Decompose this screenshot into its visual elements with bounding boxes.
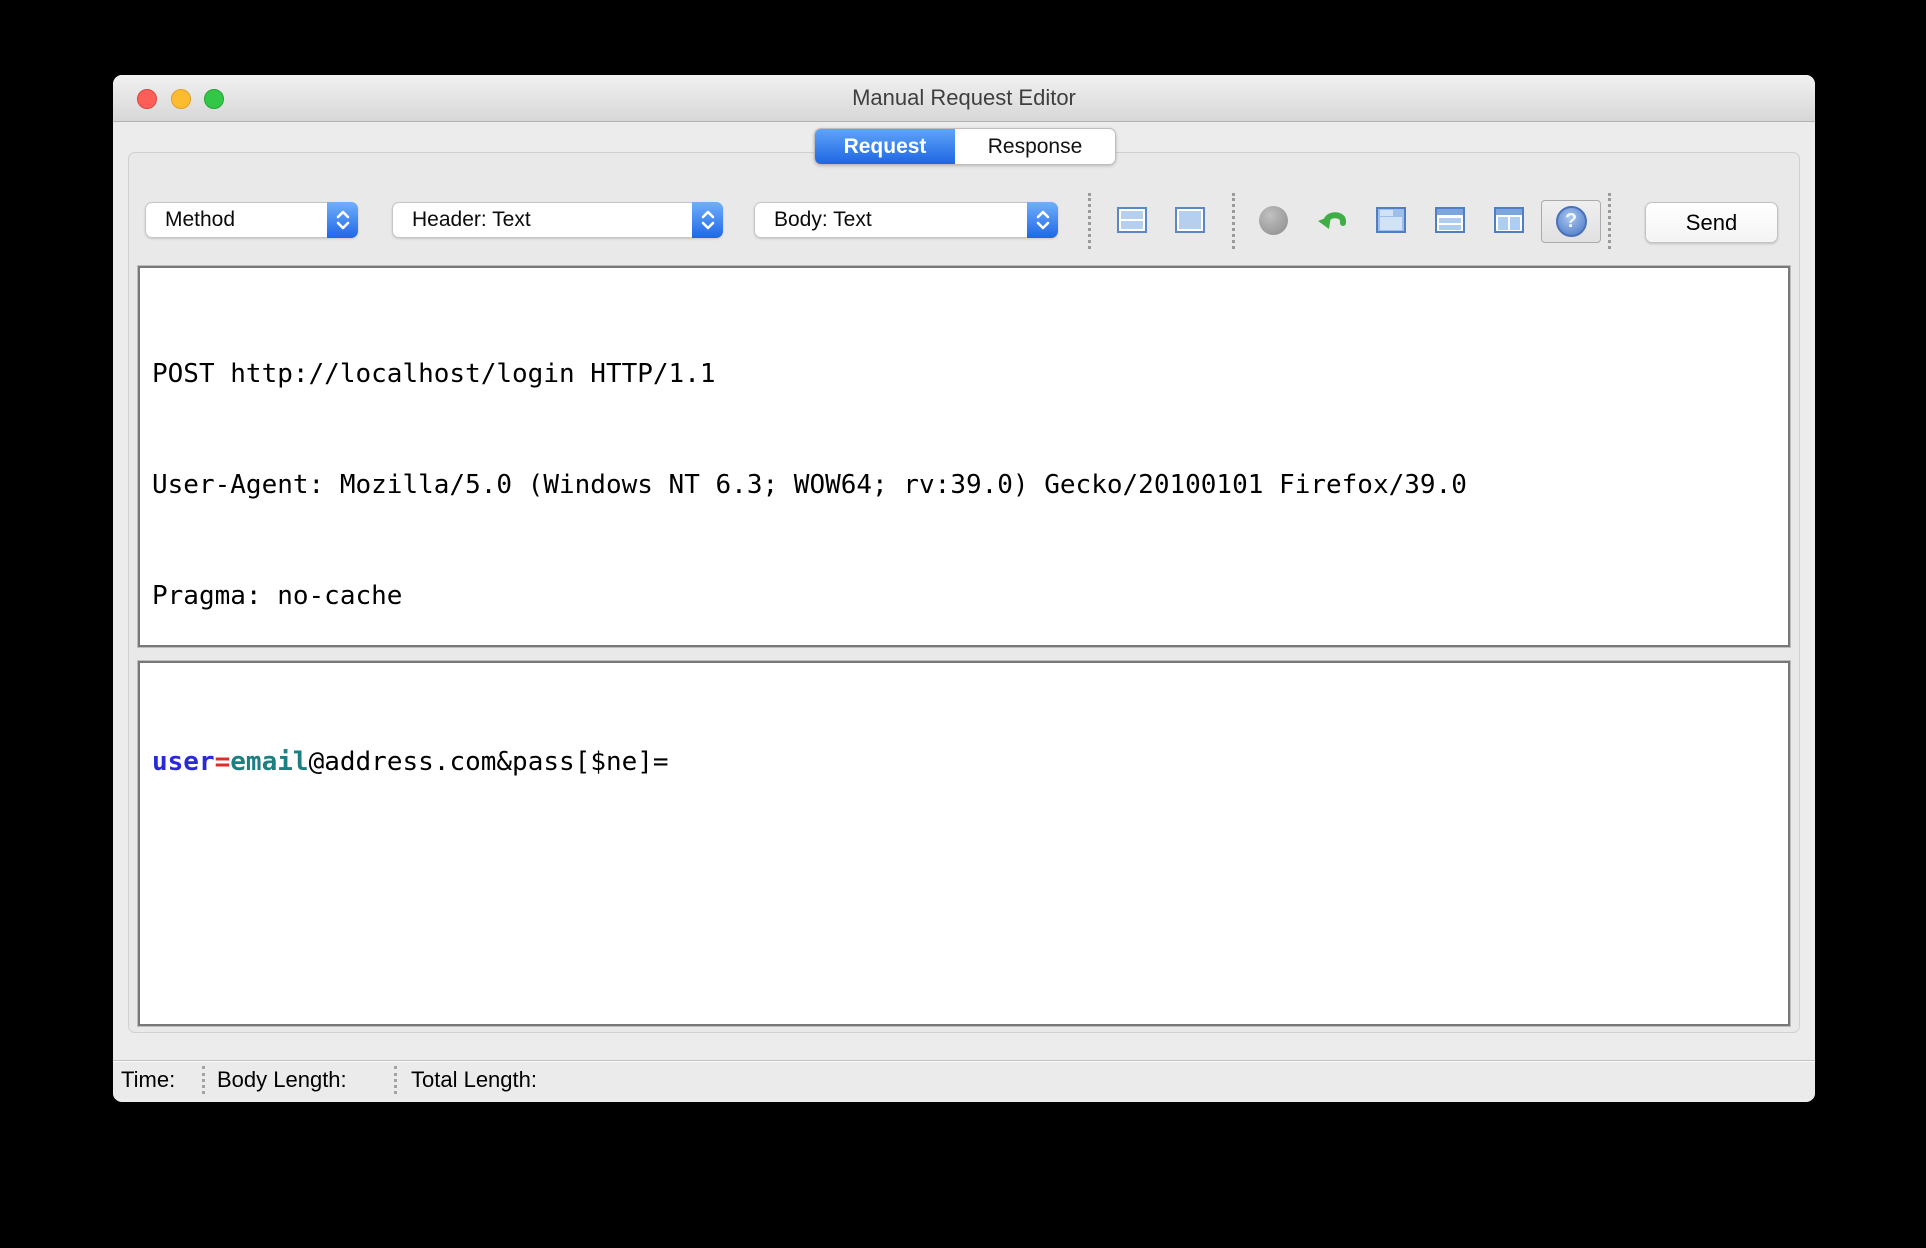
tracking-session-icon[interactable] [1259,206,1288,235]
tab-layout-icon[interactable] [1375,204,1407,236]
status-separator [394,1066,397,1094]
header-line: User-Agent: Mozilla/5.0 (Windows NT 6.3;… [152,470,1467,500]
status-separator [202,1066,205,1094]
screen-background: Manual Request Editor Request Response M… [0,0,1926,1248]
body-rest: @address.com&pass[$ne]= [308,747,669,777]
header-line: POST http://localhost/login HTTP/1.1 [152,359,716,389]
titlebar[interactable]: Manual Request Editor [113,75,1815,122]
request-response-tabs: Request Response [814,128,1116,165]
request-body-editor[interactable]: user=email@address.com&pass[$ne]= [137,660,1791,1027]
header-format-dropdown-value: Header: Text [412,208,531,231]
status-time-label: Time: [121,1067,176,1092]
manual-request-editor-window: Manual Request Editor Request Response M… [113,75,1815,1102]
body-line: user=email@address.com&pass[$ne]= [152,744,1790,781]
header-line: Pragma: no-cache [152,581,403,611]
tab-response[interactable]: Response [955,129,1115,164]
vertical-split-icon[interactable] [1493,204,1525,236]
request-header-editor[interactable]: POST http://localhost/login HTTP/1.1 Use… [137,265,1791,648]
toolbar-separator [1608,193,1611,249]
status-body-length-label: Body Length: [217,1067,347,1092]
horizontal-split-icon[interactable] [1434,204,1466,236]
tab-request[interactable]: Request [815,129,955,164]
updown-chevrons-icon [692,202,723,238]
body-format-dropdown-value: Body: Text [774,208,872,231]
method-dropdown-value: Method [165,208,236,231]
split-view-icon[interactable] [1116,204,1148,236]
status-bar: Time: Body Length: Total Length: [113,1060,1815,1099]
status-total-length-label: Total Length: [411,1067,537,1092]
follow-redirects-icon[interactable] [1316,204,1348,236]
header-format-dropdown[interactable]: Header: Text [392,202,723,238]
method-dropdown[interactable]: Method [145,202,358,238]
help-icon: ? [1555,206,1587,237]
toolbar-separator [1232,193,1235,249]
toolbar-separator [1088,193,1091,249]
updown-chevrons-icon [327,202,358,238]
combined-view-icon[interactable] [1174,204,1206,236]
body-param-name: user [152,747,215,777]
body-format-dropdown[interactable]: Body: Text [754,202,1058,238]
updown-chevrons-icon [1027,202,1058,238]
body-equals: = [214,747,231,777]
send-button[interactable]: Send [1645,202,1778,243]
body-param-value: email [230,747,309,777]
window-title: Manual Request Editor [852,85,1076,110]
help-button[interactable]: ? [1541,200,1601,243]
